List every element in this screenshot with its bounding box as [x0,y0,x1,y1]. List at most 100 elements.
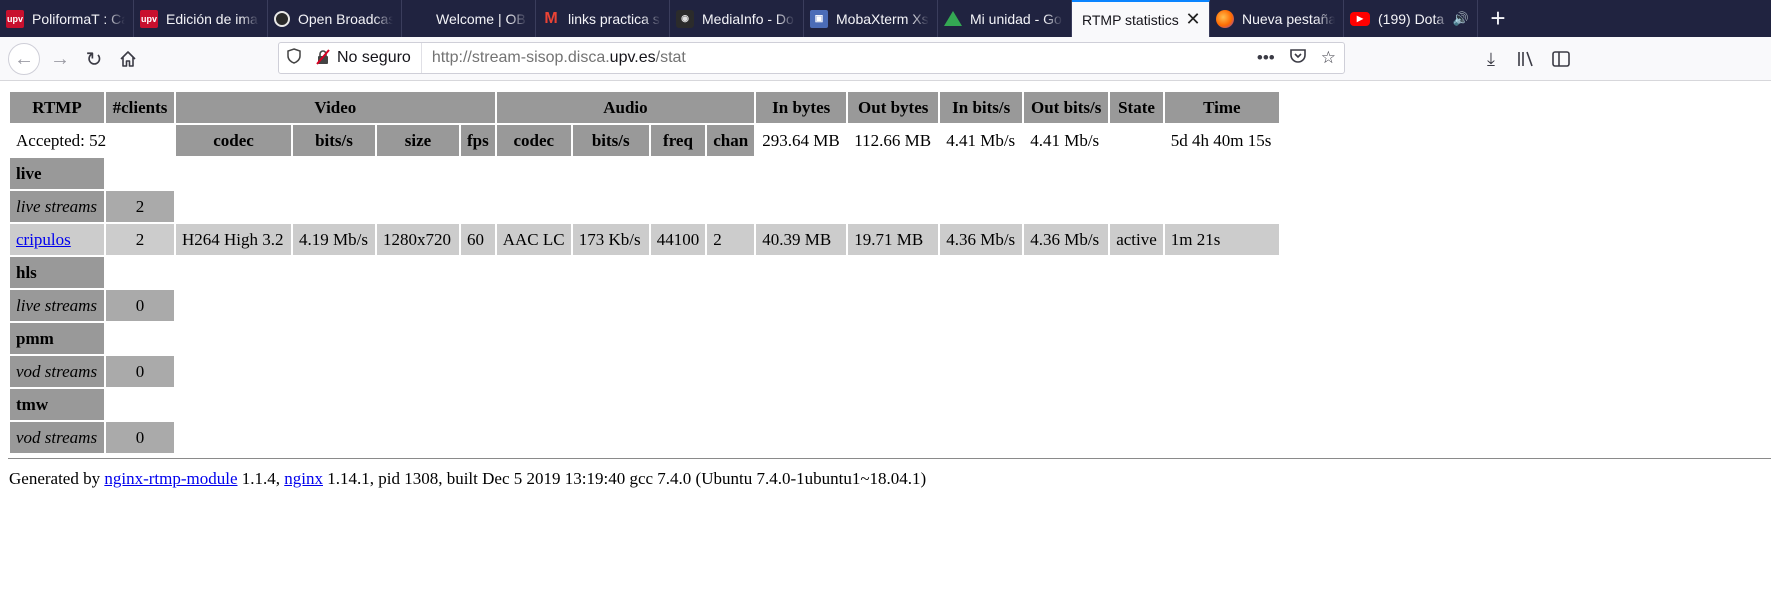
tab-poliformat[interactable]: upv PoliformaT : Ca [0,0,134,37]
tab-label: Welcome | OBS [436,10,527,27]
tab-google-drive[interactable]: Mi unidad - Go [938,0,1072,37]
summary-time: 5d 4h 40m 15s [1170,130,1272,150]
stream-in-bits: 4.36 Mb/s [940,224,1023,255]
library-button[interactable] [1512,45,1540,73]
header-audio: Audio [496,92,755,123]
app-streams-row-pmm: vod streams 0 [10,356,1279,387]
youtube-favicon-icon: ▶ [1350,11,1370,26]
summary-state [1110,125,1163,156]
tab-label: RTMP statistics [1082,11,1179,28]
app-count: 2 [106,191,174,222]
tab-label: Open Broadcas [298,10,393,27]
tab-welcome-obs[interactable]: Welcome | OBS [402,0,536,37]
home-icon [120,51,136,67]
speaker-icon[interactable]: 🔊 [1453,11,1469,27]
stream-video-codec: H264 High 3.2 [176,224,291,255]
not-secure-label: No seguro [337,49,411,66]
arrow-right-icon: → [50,47,70,70]
mediainfo-favicon-icon: ◉ [676,9,694,28]
downloads-button[interactable]: ⤓ [1477,45,1505,73]
tab-label: PoliformaT : Ca [32,10,125,27]
app-count: 0 [106,422,174,453]
app-streams-row-hls: live streams 0 [10,290,1279,321]
stream-audio-bits: 173 Kb/s [572,224,649,255]
upv-favicon-icon: upv [140,9,158,28]
tab-edicion-imagen[interactable]: upv Edición de ima [134,0,268,37]
footer: Generated by nginx-rtmp-module 1.1.4, ng… [9,469,926,489]
app-kind: live streams [10,290,104,321]
accepted-count: Accepted: 52 [10,125,174,156]
summary-in-bits: 4.41 Mb/s [946,130,1016,150]
site-security-indicator[interactable]: No seguro [309,43,422,73]
header-in-bits: In bits/s [940,92,1023,123]
tab-open-broadcaster[interactable]: Open Broadcas [268,0,402,37]
header-audio-bits: bits/s [572,125,649,156]
sidebar-icon [1552,51,1570,67]
navigation-toolbar: ← → ↻ No seguro http://stream-sisop.disc… [0,37,1771,81]
stream-name-link[interactable]: cripulos [16,230,71,249]
tab-rtmp-statistics[interactable]: RTMP statistics ✕ [1072,0,1210,37]
app-kind: vod streams [10,422,104,453]
tab-label: MobaXterm Xs [836,10,929,27]
app-name: live [10,158,104,189]
header-audio-codec: codec [496,125,571,156]
new-tab-button[interactable]: + [1478,0,1518,37]
nginx-link[interactable]: nginx [284,469,323,488]
url-bar[interactable]: No seguro http://stream-sisop.disca.upv.… [278,42,1345,74]
close-tab-icon[interactable]: ✕ [1185,9,1201,30]
header-video-bits: bits/s [293,125,375,156]
app-row-live: live [10,158,1279,189]
stream-state: active [1110,224,1163,255]
stream-in-bytes: 40.39 MB [756,224,847,255]
upv-favicon-icon: upv [6,9,24,28]
app-kind: live streams [10,191,104,222]
tab-mediainfo[interactable]: ◉ MediaInfo - Do [670,0,804,37]
header-in-bytes: In bytes [756,92,847,123]
stream-time: 1m 21s [1164,224,1279,255]
tab-label: Mi unidad - Go [970,10,1062,27]
stream-name-cell: cripulos [10,224,104,255]
tab-nueva-pestana[interactable]: Nueva pestaña [1210,0,1344,37]
app-row-pmm: pmm [10,323,1279,354]
pocket-icon[interactable] [1289,48,1307,69]
url-prefix: http://stream-sisop.disca. [431,49,610,66]
back-button[interactable]: ← [8,43,40,75]
header-out-bits: Out bits/s [1024,92,1109,123]
stream-audio-freq: 44100 [650,224,706,255]
tab-label: Nueva pestaña [1242,10,1335,27]
tab-mobaxterm[interactable]: ▣ MobaXterm Xs [804,0,938,37]
subheader-summary-row: Accepted: 52 codec bits/s size fps codec… [10,125,1279,156]
firefox-favicon-icon [1216,9,1234,28]
summary-out-bits: 4.41 Mb/s [1030,130,1100,150]
tracking-protection-shield-icon[interactable] [279,48,309,68]
library-icon [1518,51,1533,67]
nginx-rtmp-module-link[interactable]: nginx-rtmp-module [104,469,237,488]
tab-youtube-dota[interactable]: ▶ (199) Dota 🔊 [1344,0,1478,37]
forward-button[interactable]: → [46,45,74,73]
app-row-hls: hls [10,257,1279,288]
footer-generated-by: Generated by [9,469,101,488]
stream-out-bytes: 19.71 MB [848,224,939,255]
stream-out-bits: 4.36 Mb/s [1024,224,1109,255]
app-kind: vod streams [10,356,104,387]
sidebar-button[interactable] [1547,45,1575,73]
reload-button[interactable]: ↻ [80,45,108,73]
page-actions-menu-icon[interactable]: ••• [1257,48,1275,68]
app-name: tmw [10,389,104,420]
tab-gmail-links[interactable]: M links practica s [536,0,670,37]
stream-video-fps: 60 [461,224,495,255]
header-video: Video [176,92,495,123]
footer-build-info: 1.14.1, pid 1308, built Dec 5 2019 13:19… [327,469,927,488]
app-name: pmm [10,323,104,354]
tab-label: links practica s [568,10,660,27]
header-state: State [1110,92,1163,123]
summary-in-bytes: 293.64 MB [762,130,840,150]
home-button[interactable] [114,45,142,73]
url-suffix: /stat [655,49,686,66]
app-streams-row-tmw: vod streams 0 [10,422,1279,453]
url-text[interactable]: http://stream-sisop.disca.upv.es/stat [432,49,1257,67]
bookmark-star-icon[interactable]: ☆ [1321,48,1336,68]
app-count: 0 [106,290,174,321]
app-row-tmw: tmw [10,389,1279,420]
drive-favicon-icon [944,11,962,26]
